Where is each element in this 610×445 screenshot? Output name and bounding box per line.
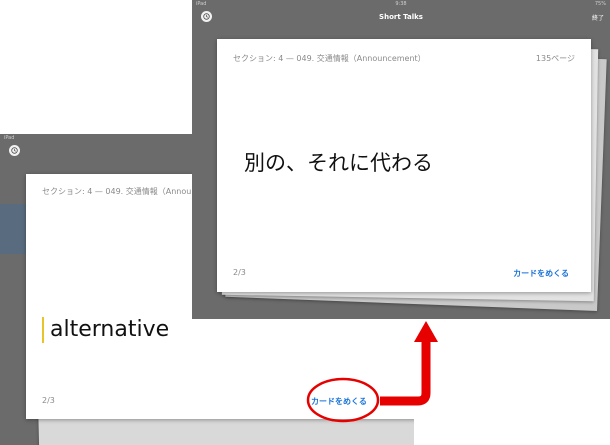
done-button[interactable]: 終了: [592, 13, 604, 22]
nav-title: Short Talks: [379, 13, 423, 21]
flip-card-button[interactable]: カードをめくる: [513, 268, 569, 279]
battery-level: 75%: [594, 1, 606, 7]
section-label: セクション: 4 — 049. 交通情報（Announcement）: [233, 54, 426, 63]
term-text: alternative: [42, 317, 169, 343]
clock-time: 9:38: [395, 1, 407, 7]
page-label: 135ページ: [535, 54, 575, 63]
term-text: 別の、それに代わる: [244, 151, 433, 175]
clock-icon[interactable]: [9, 145, 20, 156]
device-label: iPad: [4, 135, 15, 141]
background-blur: [0, 204, 26, 254]
flip-card-button[interactable]: カードをめくる: [311, 396, 367, 407]
nav-bar: Short Talks 終了: [192, 9, 610, 26]
section-label: セクション: 4 — 049. 交通情報（Annou: [42, 187, 192, 196]
status-bar: iPad 9:38 75%: [192, 0, 610, 9]
flashcard: セクション: 4 — 049. 交通情報（Announcement） 135ペー…: [217, 39, 591, 292]
card-counter: 2/3: [233, 268, 246, 277]
front-screenshot: iPad 9:38 75% Short Talks 終了 セクション: 4 — …: [192, 0, 610, 319]
card-counter: 2/3: [42, 396, 55, 405]
